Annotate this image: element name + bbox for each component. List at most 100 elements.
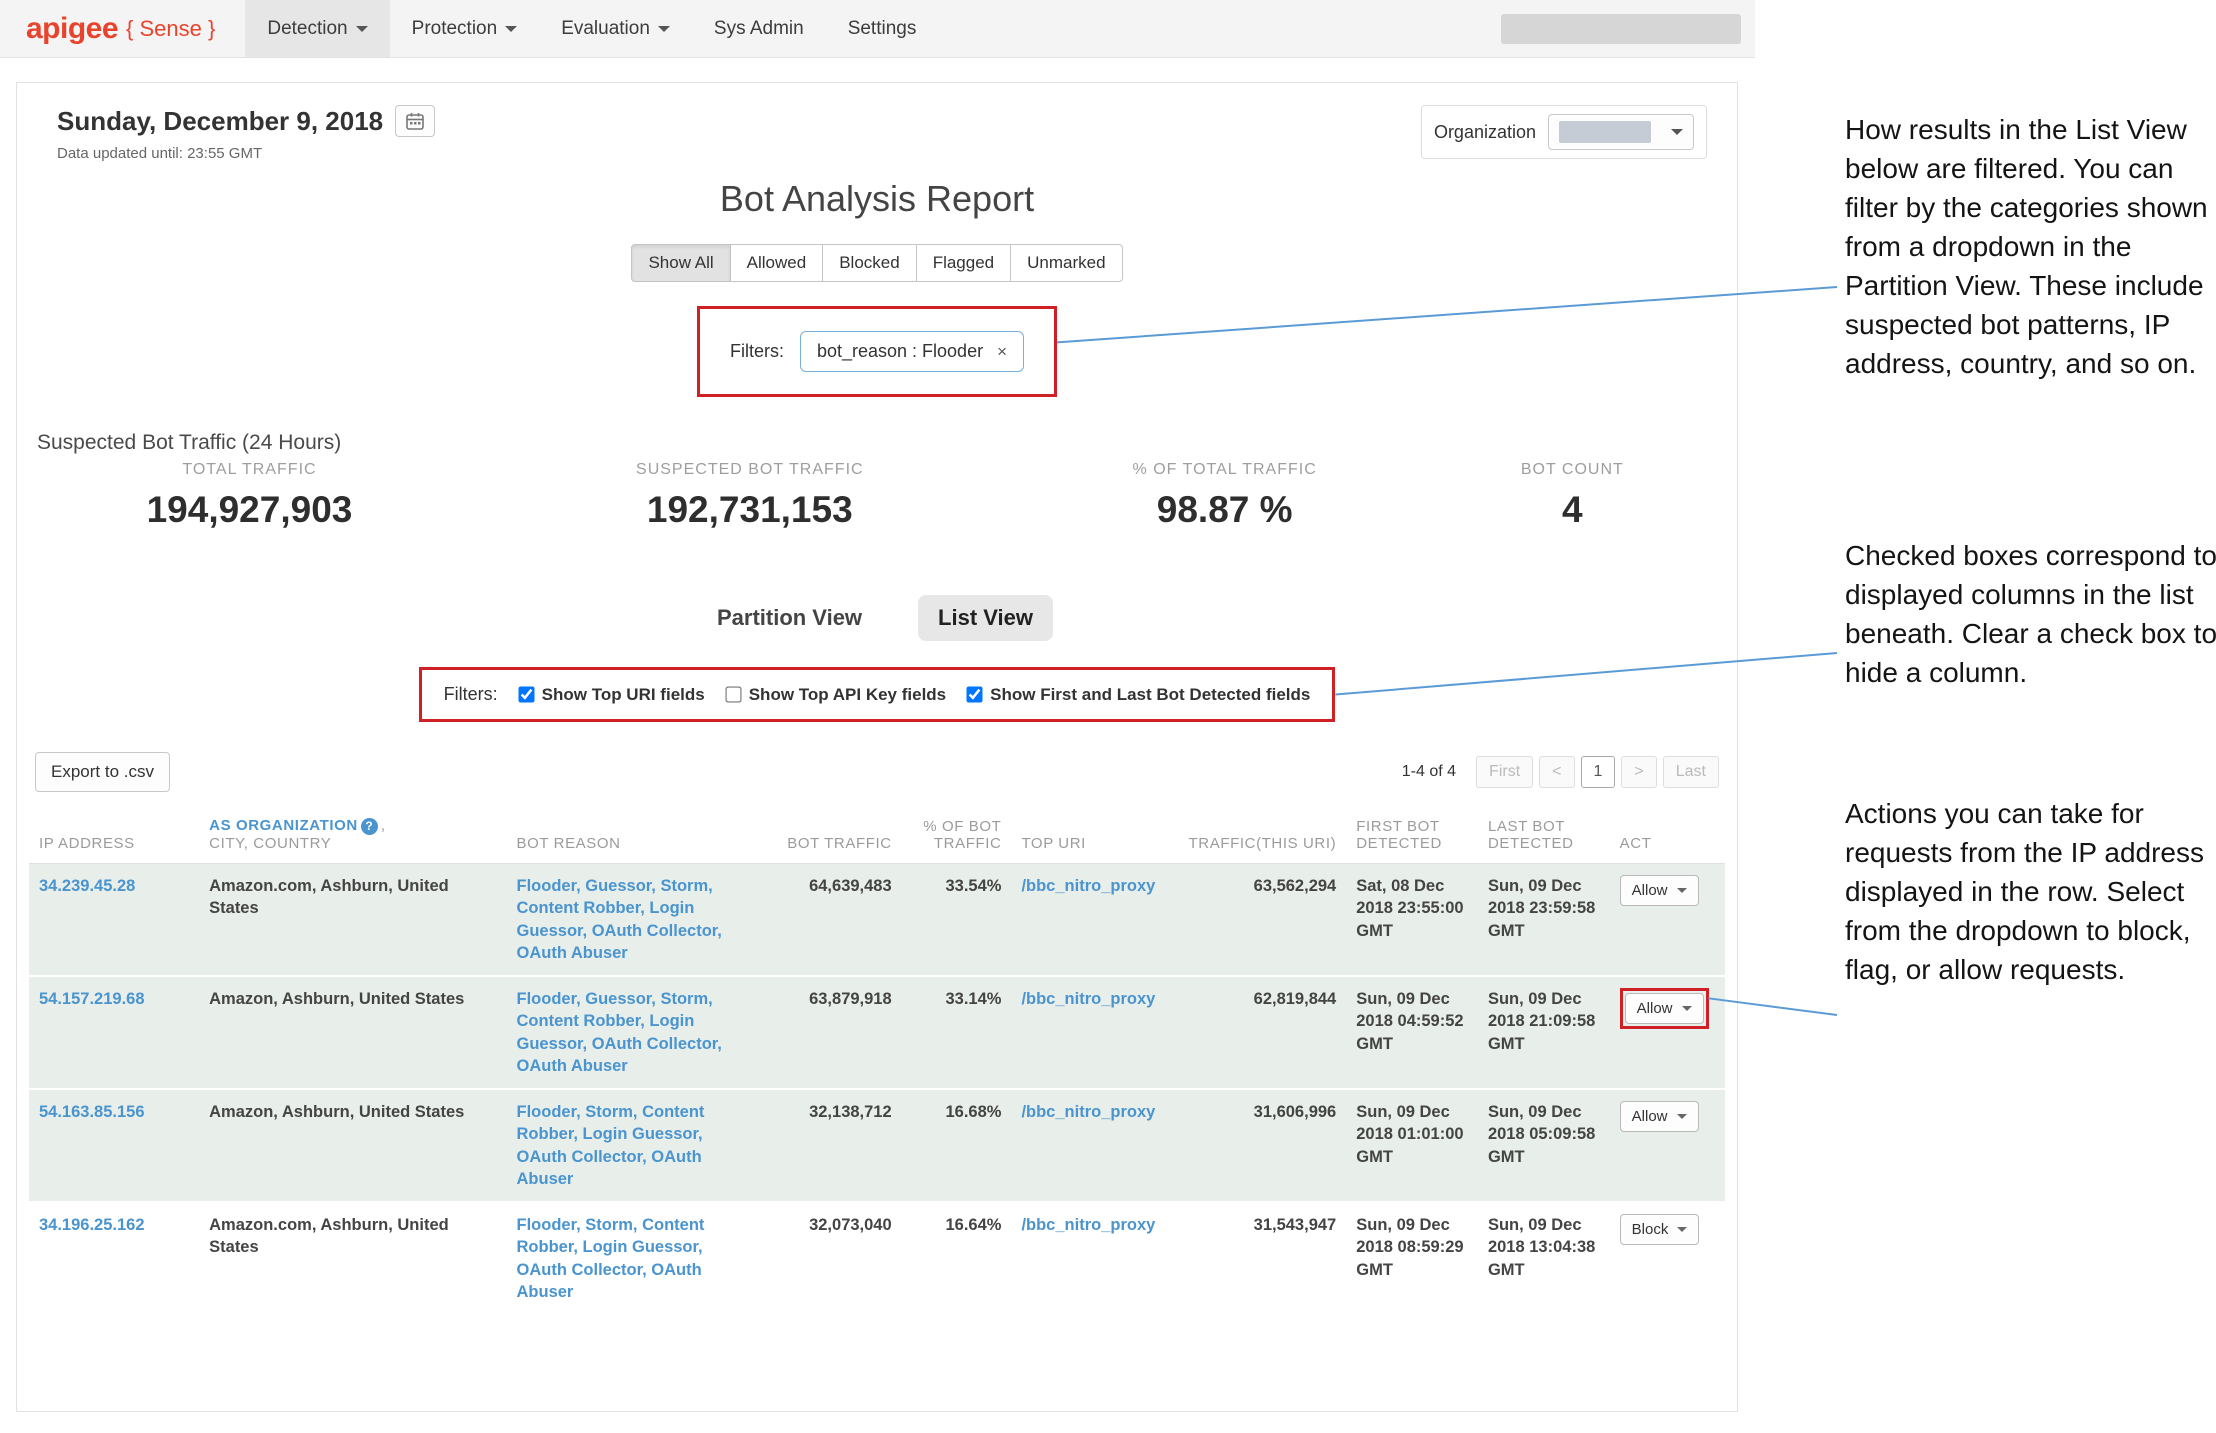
- table-header-row: IP ADDRESS AS ORGANIZATION?, CITY, COUNT…: [29, 806, 1725, 864]
- action-label: Block: [1632, 1221, 1669, 1238]
- col-pct-bot-traffic: % OF BOT TRAFFIC: [902, 806, 1012, 864]
- col-city-country-label: CITY, COUNTRY: [209, 835, 496, 852]
- action-label: Allow: [1632, 1108, 1668, 1125]
- nav-item-label: Settings: [848, 18, 917, 40]
- nav-item-label: Sys Admin: [714, 18, 804, 40]
- first-detected-cell: Sun, 09 Dec 2018 08:59:29 GMT: [1346, 1202, 1478, 1315]
- stat-label: BOT COUNT: [1420, 461, 1725, 479]
- tab-unmarked[interactable]: Unmarked: [1010, 244, 1122, 282]
- stat-value: 192,731,153: [470, 489, 1030, 531]
- action-dropdown[interactable]: Allow: [1620, 875, 1699, 906]
- nav-item-protection[interactable]: Protection: [390, 0, 540, 57]
- checkbox-show-top-api-key[interactable]: Show Top API Key fields: [727, 685, 946, 705]
- organization-label: Organization: [1434, 122, 1536, 143]
- checkbox-input[interactable]: [518, 686, 534, 702]
- tab-list-view[interactable]: List View: [918, 595, 1053, 641]
- nav-item-sys-admin[interactable]: Sys Admin: [692, 0, 826, 57]
- stat-bot-count: BOT COUNT 4: [1420, 461, 1725, 531]
- nav-item-label: Detection: [267, 18, 347, 40]
- export-csv-button[interactable]: Export to .csv: [35, 752, 170, 792]
- chevron-down-icon: [1677, 1227, 1687, 1232]
- organization-select[interactable]: [1548, 114, 1694, 150]
- pagination-first[interactable]: First: [1476, 756, 1533, 788]
- top-uri-link[interactable]: /bbc_nitro_proxy: [1021, 990, 1155, 1008]
- action-label: Allow: [1637, 1000, 1673, 1017]
- bot-analysis-card: Sunday, December 9, 2018 Data: [16, 82, 1738, 1412]
- close-icon[interactable]: ×: [997, 343, 1007, 360]
- table-row: 34.196.25.162 Amazon.com, Ashburn, Unite…: [29, 1202, 1725, 1315]
- checkbox-label: Show Top API Key fields: [749, 685, 946, 705]
- top-uri-link[interactable]: /bbc_nitro_proxy: [1021, 877, 1155, 895]
- tab-flagged[interactable]: Flagged: [916, 244, 1011, 282]
- ip-link[interactable]: 54.163.85.156: [39, 1103, 145, 1121]
- col-ip-address: IP ADDRESS: [29, 806, 199, 864]
- report-date: Sunday, December 9, 2018: [57, 106, 383, 137]
- chevron-down-icon: [1682, 1006, 1692, 1011]
- pagination-next[interactable]: >: [1621, 756, 1656, 788]
- checkbox-show-top-uri[interactable]: Show Top URI fields: [520, 685, 705, 705]
- ip-link[interactable]: 54.157.219.68: [39, 990, 145, 1008]
- table-toolbar: Export to .csv 1-4 of 4 First < 1 > Last: [29, 752, 1725, 792]
- nav-item-detection[interactable]: Detection: [245, 0, 389, 57]
- pct-cell: 16.68%: [902, 1089, 1012, 1202]
- top-uri-link[interactable]: /bbc_nitro_proxy: [1021, 1103, 1155, 1121]
- last-detected-cell: Sun, 09 Dec 2018 13:04:38 GMT: [1478, 1202, 1610, 1315]
- ip-link[interactable]: 34.196.25.162: [39, 1216, 145, 1234]
- list-filters-label: Filters:: [444, 684, 498, 705]
- stat-total-traffic: TOTAL TRAFFIC 194,927,903: [29, 461, 470, 531]
- col-bot-reason: BOT REASON: [507, 806, 738, 864]
- tab-blocked[interactable]: Blocked: [822, 244, 916, 282]
- table-row: 54.157.219.68 Amazon, Ashburn, United St…: [29, 976, 1725, 1089]
- bot-traffic-cell: 32,073,040: [737, 1202, 902, 1315]
- action-dropdown[interactable]: Allow: [1625, 993, 1704, 1024]
- chevron-down-icon: [658, 26, 670, 32]
- view-switcher: Partition View List View: [29, 595, 1725, 641]
- pagination-last[interactable]: Last: [1663, 756, 1719, 788]
- top-uri-link[interactable]: /bbc_nitro_proxy: [1021, 1216, 1155, 1234]
- ip-link[interactable]: 34.239.45.28: [39, 877, 135, 895]
- uri-traffic-cell: 62,819,844: [1176, 976, 1346, 1089]
- bot-reason-links[interactable]: Flooder, Storm, Content Robber, Login Gu…: [517, 1103, 705, 1188]
- col-top-uri: TOP URI: [1011, 806, 1176, 864]
- chevron-down-icon: [356, 26, 368, 32]
- tab-show-all[interactable]: Show All: [631, 244, 730, 282]
- stat-pct-total-traffic: % OF TOTAL TRAFFIC 98.87 %: [1030, 461, 1420, 531]
- table-row: 34.239.45.28 Amazon.com, Ashburn, United…: [29, 864, 1725, 977]
- checkbox-show-first-last-detected[interactable]: Show First and Last Bot Detected fields: [968, 685, 1310, 705]
- checkbox-input[interactable]: [967, 686, 983, 702]
- nav-item-settings[interactable]: Settings: [826, 0, 939, 57]
- account-redacted[interactable]: [1501, 14, 1741, 44]
- sense-logo-text: { Sense }: [126, 16, 215, 42]
- tab-partition-view[interactable]: Partition View: [701, 595, 878, 641]
- action-red-box: Allow: [1620, 988, 1709, 1029]
- as-org-cell: Amazon.com, Ashburn, United States: [199, 1202, 506, 1315]
- apigee-logo[interactable]: apigee { Sense }: [26, 0, 215, 57]
- tab-allowed[interactable]: Allowed: [730, 244, 824, 282]
- pagination: 1-4 of 4 First < 1 > Last: [1402, 756, 1719, 788]
- action-dropdown[interactable]: Allow: [1620, 1101, 1699, 1132]
- checkbox-input[interactable]: [725, 686, 741, 702]
- stat-value: 4: [1420, 489, 1725, 531]
- help-icon[interactable]: ?: [361, 818, 378, 835]
- action-label: Allow: [1632, 882, 1668, 899]
- bot-reason-links[interactable]: Flooder, Guessor, Storm, Content Robber,…: [517, 877, 722, 962]
- bot-traffic-cell: 63,879,918: [737, 976, 902, 1089]
- chevron-down-icon: [1677, 888, 1687, 893]
- page: apigee { Sense } Detection Protection Ev…: [0, 0, 2216, 1433]
- pagination-page-1[interactable]: 1: [1581, 756, 1616, 788]
- page-title: Bot Analysis Report: [29, 178, 1725, 220]
- uri-traffic-cell: 31,543,947: [1176, 1202, 1346, 1315]
- action-dropdown[interactable]: Block: [1620, 1214, 1700, 1245]
- pagination-prev[interactable]: <: [1539, 756, 1574, 788]
- nav-item-evaluation[interactable]: Evaluation: [539, 0, 692, 57]
- date-picker-button[interactable]: [395, 105, 435, 137]
- bot-reason-links[interactable]: Flooder, Guessor, Storm, Content Robber,…: [517, 990, 722, 1075]
- bot-reason-links[interactable]: Flooder, Storm, Content Robber, Login Gu…: [517, 1216, 705, 1301]
- pct-cell: 33.14%: [902, 976, 1012, 1089]
- bot-traffic-cell: 64,639,483: [737, 864, 902, 977]
- organization-control: Organization: [1421, 105, 1707, 159]
- first-detected-cell: Sun, 09 Dec 2018 04:59:52 GMT: [1346, 976, 1478, 1089]
- last-detected-cell: Sun, 09 Dec 2018 23:59:58 GMT: [1478, 864, 1610, 977]
- list-filters-red-box: Filters: Show Top URI fields Show Top AP…: [419, 667, 1336, 722]
- stat-label: % OF TOTAL TRAFFIC: [1030, 461, 1420, 479]
